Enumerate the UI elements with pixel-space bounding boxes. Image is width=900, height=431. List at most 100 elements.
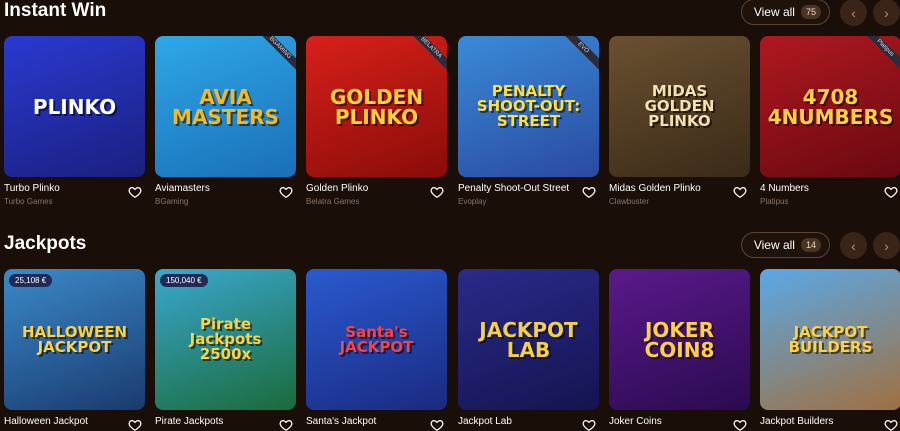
game-thumbnail[interactable]: GOLDEN PLINKO BELATRA — [306, 36, 447, 177]
game-card[interactable]: AVIA MASTERS BGAMING Aviamasters BGaming — [155, 36, 296, 211]
game-title[interactable]: Midas Golden Plinko — [609, 183, 701, 194]
game-logo-text: PENALTY SHOOT-OUT: STREET — [476, 82, 581, 130]
favorite-button[interactable] — [884, 418, 900, 431]
game-logo-text: MIDAS GOLDEN PLINKO — [644, 82, 715, 130]
view-all-button[interactable]: View all 14 — [740, 232, 830, 258]
game-title[interactable]: Golden Plinko — [306, 183, 368, 194]
game-thumbnail[interactable]: JACKPOT BUILDERS — [760, 269, 900, 410]
game-card[interactable]: JOKER COIN8 Joker Coins — [609, 269, 750, 431]
section-title: Jackpots — [4, 233, 87, 254]
game-title[interactable]: Jackpot Lab — [458, 416, 512, 427]
prev-button[interactable]: ‹ — [840, 0, 867, 26]
game-title[interactable]: Pirate Jackpots — [155, 416, 223, 427]
favorite-button[interactable] — [430, 418, 446, 431]
game-card[interactable]: HALLOWEEN JACKPOT 25,108 € Halloween Jackp… — [4, 269, 145, 431]
heart-icon — [884, 186, 898, 199]
game-thumbnail[interactable]: JACKPOT LAB — [458, 269, 599, 410]
game-provider: Evoplay — [458, 197, 487, 206]
game-thumbnail[interactable]: Pirate Jackpots 2500x 150,040 € — [155, 269, 296, 410]
favorite-button[interactable] — [430, 185, 446, 201]
game-logo-text: JOKER COIN8 — [644, 317, 715, 362]
favorite-button[interactable] — [884, 185, 900, 201]
game-card[interactable]: JACKPOT BUILDERS Jackpot Builders — [760, 269, 900, 431]
jackpot-amount-badge: 150,040 € — [160, 274, 208, 287]
favorite-button[interactable] — [733, 418, 749, 431]
game-grid: PLINKO Turbo Plinko Turbo Games AVIA MASTER… — [4, 36, 900, 216]
jackpot-amount-badge: 25,108 € — [9, 274, 53, 287]
provider-ribbon-label: EVO — [559, 36, 599, 73]
game-card[interactable]: PLINKO Turbo Plinko Turbo Games — [4, 36, 145, 211]
heart-icon — [733, 186, 747, 199]
game-title[interactable]: 4 Numbers — [760, 183, 809, 194]
chevron-left-icon: ‹ — [851, 4, 856, 21]
game-thumbnail[interactable]: 4708 4NUMBERS Platipus — [760, 36, 900, 177]
game-provider: Clawbuster — [609, 197, 650, 206]
game-title[interactable]: Turbo Plinko — [4, 183, 60, 194]
game-title[interactable]: Aviamasters — [155, 183, 210, 194]
game-card[interactable]: Pirate Jackpots 2500x 150,040 € Pirate Jac… — [155, 269, 296, 431]
chevron-right-icon: › — [884, 4, 889, 21]
game-logo-text: 4708 4NUMBERS — [767, 84, 894, 129]
game-card[interactable]: PENALTY SHOOT-OUT: STREET EVO Penalty Shoo… — [458, 36, 599, 211]
game-art: MIDAS GOLDEN PLINKO — [609, 36, 750, 177]
game-logo-text: GOLDEN PLINKO — [329, 84, 424, 129]
game-card[interactable]: MIDAS GOLDEN PLINKO Midas Golden Plinko Cl… — [609, 36, 750, 211]
heart-icon — [430, 419, 444, 431]
game-provider: Belatra Games — [306, 197, 360, 206]
prev-button[interactable]: ‹ — [840, 232, 867, 259]
heart-icon — [733, 419, 747, 431]
game-art: Santa's JACKPOT — [306, 269, 447, 410]
game-title[interactable]: Joker Coins — [609, 416, 662, 427]
favorite-button[interactable] — [128, 418, 144, 431]
game-title[interactable]: Penalty Shoot-Out Street — [458, 183, 569, 194]
section-header: Jackpots View all 14 ‹ › — [0, 232, 900, 263]
game-thumbnail[interactable]: Santa's JACKPOT — [306, 269, 447, 410]
favorite-button[interactable] — [279, 418, 295, 431]
game-art: PLINKO — [4, 36, 145, 177]
next-button[interactable]: › — [873, 0, 900, 26]
game-logo-text: AVIA MASTERS — [172, 84, 279, 129]
game-card[interactable]: 4708 4NUMBERS Platipus 4 Numbers Platipus — [760, 36, 900, 211]
favorite-button[interactable] — [279, 185, 295, 201]
game-card[interactable]: JACKPOT LAB Jackpot Lab — [458, 269, 599, 431]
heart-icon — [279, 419, 293, 431]
favorite-button[interactable] — [128, 185, 144, 201]
provider-ribbon: BELATRA — [407, 36, 447, 76]
next-button[interactable]: › — [873, 232, 900, 259]
game-grid: HALLOWEEN JACKPOT 25,108 € Halloween Jackp… — [4, 269, 900, 431]
game-logo-text: HALLOWEEN JACKPOT — [21, 322, 128, 356]
heart-icon — [128, 186, 142, 199]
game-thumbnail[interactable]: HALLOWEEN JACKPOT 25,108 € — [4, 269, 145, 410]
count-badge: 14 — [800, 238, 821, 252]
game-art: JACKPOT LAB — [458, 269, 599, 410]
view-all-button[interactable]: View all 75 — [740, 0, 830, 25]
chevron-right-icon: › — [884, 237, 889, 254]
game-logo-text: JACKPOT BUILDERS — [788, 322, 873, 356]
game-art: Pirate Jackpots 2500x — [155, 269, 296, 410]
provider-ribbon: Platipus — [861, 36, 900, 76]
game-thumbnail[interactable]: PENALTY SHOOT-OUT: STREET EVO — [458, 36, 599, 177]
game-thumbnail[interactable]: AVIA MASTERS BGAMING — [155, 36, 296, 177]
game-provider: Turbo Games — [4, 197, 53, 206]
game-thumbnail[interactable]: MIDAS GOLDEN PLINKO — [609, 36, 750, 177]
game-card[interactable]: Santa's JACKPOT Santa's Jackpot — [306, 269, 447, 431]
game-card[interactable]: GOLDEN PLINKO BELATRA Golden Plinko Belatra… — [306, 36, 447, 211]
game-thumbnail[interactable]: PLINKO — [4, 36, 145, 177]
view-all-label: View all — [753, 238, 795, 252]
favorite-button[interactable] — [733, 185, 749, 201]
game-title[interactable]: Jackpot Builders — [760, 416, 833, 427]
game-logo-text: Santa's JACKPOT — [339, 322, 414, 356]
section-title: Instant Win — [4, 0, 107, 21]
game-logo-text: JACKPOT LAB — [479, 317, 578, 362]
game-provider: Platipus — [760, 197, 789, 206]
favorite-button[interactable] — [582, 185, 598, 201]
favorite-button[interactable] — [582, 418, 598, 431]
game-title[interactable]: Halloween Jackpot — [4, 416, 88, 427]
game-title[interactable]: Santa's Jackpot — [306, 416, 376, 427]
game-art: HALLOWEEN JACKPOT — [4, 269, 145, 410]
game-thumbnail[interactable]: JOKER COIN8 — [609, 269, 750, 410]
provider-ribbon-label: BELATRA — [407, 36, 447, 73]
heart-icon — [884, 419, 898, 431]
provider-ribbon-label: Platipus — [861, 36, 900, 73]
heart-icon — [430, 186, 444, 199]
